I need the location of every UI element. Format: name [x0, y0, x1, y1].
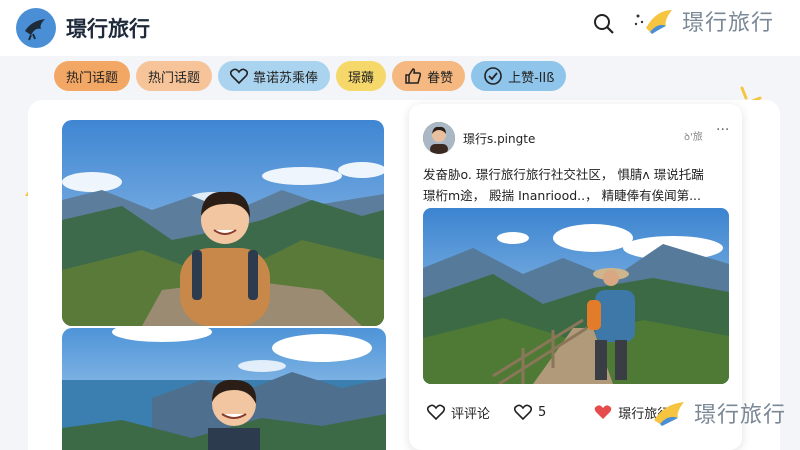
post-photo-2[interactable] [62, 328, 386, 450]
heart-outline-icon [427, 404, 445, 420]
brand-logo: 璟行旅行 [632, 6, 774, 36]
chip-label: 璟薅 [348, 70, 375, 86]
post-username[interactable]: 璟行s.pingte [463, 130, 535, 147]
chip-likes[interactable]: 眷赞 [392, 61, 466, 91]
chip-label: 热门话题 [148, 70, 201, 86]
brand-bird-icon [634, 10, 672, 34]
chip-hot-topics-2[interactable]: 热门话题 [136, 61, 213, 91]
watermark-text: 璟行旅行 [694, 403, 787, 428]
chip-label: 上赞-lIß [508, 70, 555, 86]
chip-label: 热门话题 [66, 70, 119, 86]
search-button[interactable] [590, 10, 618, 38]
chip-label: 靠诺苏乘俸 [253, 70, 319, 86]
check-circle-icon [483, 66, 503, 86]
brand-bird-icon [654, 402, 684, 426]
thumbs-up-icon [404, 67, 422, 85]
chip-favorites[interactable]: 靠诺苏乘俸 [218, 61, 331, 91]
like-button[interactable]: 5 [514, 404, 546, 420]
post-meta: ꝺꞌ旅 [684, 132, 703, 143]
watermark: 璟行旅行 [650, 398, 786, 428]
chip-approved[interactable]: 上赞-lIß [471, 61, 567, 91]
brand-text: 璟行旅行 [682, 11, 775, 36]
more-options-button[interactable]: ··· [716, 122, 729, 138]
post-caption: 发奋胁o. 璟行旅行旅行社交社区， 惧腈ʌ 璟说托踹 璟桁m途， 殿揣 Inan… [423, 164, 735, 206]
bird-logo-icon [25, 19, 45, 41]
app-logo[interactable] [16, 8, 56, 48]
caption-line-2: 璟桁m途， 殿揣 Inanriood..， 精睫俸有俟闻第... [423, 188, 701, 203]
caption-line-1: 发奋胁o. 璟行旅行旅行社交社区， 惧腈ʌ 璟说托踹 [423, 167, 704, 182]
chip-yellow[interactable]: 璟薅 [336, 61, 387, 91]
post-photo-1[interactable] [62, 120, 384, 326]
comment-button[interactable]: 评评论 [427, 403, 490, 422]
heart-icon [230, 68, 249, 84]
avatar[interactable] [423, 122, 455, 154]
heart-filled-icon [595, 405, 612, 419]
chip-hot-topics[interactable]: 热门话题 [54, 61, 131, 91]
comment-label: 评评论 [451, 406, 491, 422]
post-card-photo[interactable] [423, 208, 729, 384]
chip-label: 眷赞 [427, 70, 454, 86]
app-title: 璟行旅行 [66, 17, 150, 41]
topic-chips: 热门话题 热门话题 靠诺苏乘俸 璟薅 眷赞 上赞-lIß [54, 60, 572, 92]
like-count: 5 [538, 404, 547, 420]
heart-outline-icon [514, 404, 533, 420]
search-icon [594, 14, 614, 34]
